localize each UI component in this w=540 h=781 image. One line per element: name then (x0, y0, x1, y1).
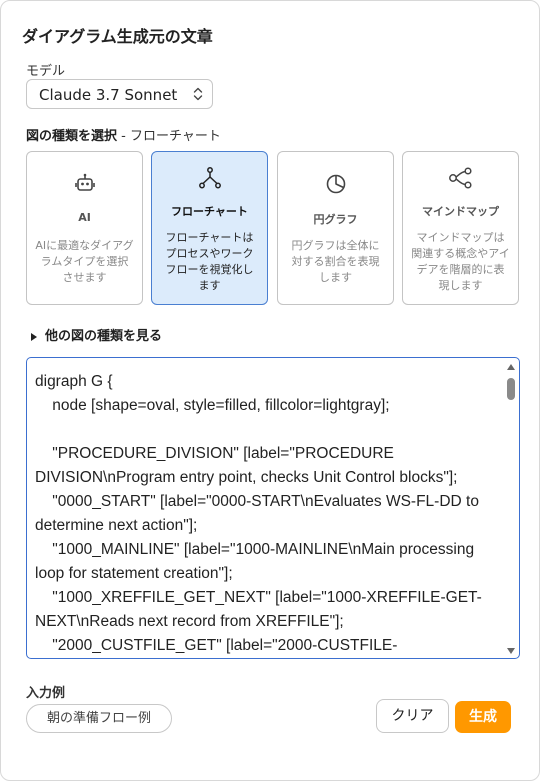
caret-right-icon (31, 332, 37, 341)
diagram-card-ai[interactable]: AI AIに最適なダイアグ ラムタイプを選択 させます (26, 151, 143, 305)
examples-label: 入力例 (26, 686, 66, 701)
diagram-card-desc: フローチャートは プロセスやワーク フローを視覚化し ます (165, 231, 254, 292)
diagram-card-name: 円グラフ (313, 213, 358, 226)
more-diagram-types-label: 他の図の種類を見る (45, 329, 163, 344)
model-select[interactable]: Claude 3.7 Sonnet (26, 79, 213, 109)
diagram-card-pie-chart[interactable]: 円グラフ 円グラフは全体に 対する割合を表現 します (277, 151, 394, 305)
panel-title: ダイアグラム生成元の文章 (22, 27, 213, 46)
mindmap-icon (448, 167, 472, 189)
diagram-type-heading-bold: 図の種類を選択 (26, 129, 118, 144)
diagram-card-desc: 円グラフは全体に 対する割合を表現 します (291, 239, 380, 284)
clear-button[interactable]: クリア (376, 699, 449, 733)
diagram-card-name: フローチャート (171, 205, 248, 218)
pie-chart-icon (326, 174, 345, 194)
generate-button[interactable]: 生成 (455, 701, 511, 733)
source-text-content[interactable]: digraph G { node [shape=oval, style=fill… (35, 370, 491, 658)
diagram-card-name: マインドマップ (422, 205, 499, 218)
diagram-card-desc: AIに最適なダイアグ ラムタイプを選択 させます (35, 239, 134, 284)
diagram-card-flowchart[interactable]: フローチャート フローチャートは プロセスやワーク フローを視覚化し ます (151, 151, 268, 305)
example-button-morning-routine[interactable]: 朝の準備フロー例 (26, 704, 172, 733)
source-text-editor[interactable]: digraph G { node [shape=oval, style=fill… (26, 357, 520, 659)
model-label: モデル (26, 64, 66, 79)
model-selected-value: Claude 3.7 Sonnet (39, 86, 178, 104)
scroll-down-arrow-icon[interactable] (507, 648, 515, 654)
scrollbar-thumb[interactable] (507, 378, 515, 400)
diagram-card-mindmap[interactable]: マインドマップ マインドマップは 関連する概念やアイ デアを階層的に表 現します (402, 151, 519, 305)
chevron-up-down-icon (193, 87, 203, 101)
editor-scrollbar[interactable] (506, 364, 516, 654)
diagram-card-name: AI (78, 211, 91, 224)
diagram-type-heading: 図の種類を選択 - フローチャート (26, 125, 221, 144)
robot-icon (74, 173, 95, 191)
diagram-source-panel: ダイアグラム生成元の文章 モデル Claude 3.7 Sonnet 図の種類を… (0, 0, 540, 781)
scroll-up-arrow-icon[interactable] (507, 364, 515, 370)
diagram-type-current: - フローチャート (117, 129, 221, 144)
more-diagram-types-toggle[interactable]: 他の図の種類を見る (31, 325, 162, 344)
diagram-card-desc: マインドマップは 関連する概念やアイ デアを階層的に表 現します (411, 231, 510, 292)
flowchart-icon (198, 167, 221, 189)
